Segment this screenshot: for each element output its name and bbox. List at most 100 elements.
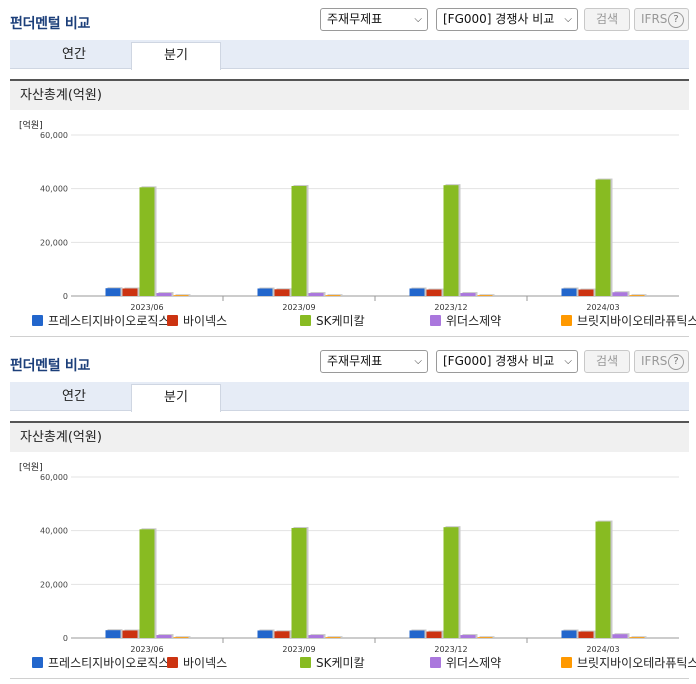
- legend-swatch: [300, 315, 311, 326]
- divider: [10, 678, 689, 679]
- ifrs-button[interactable]: IFRS ?: [634, 8, 689, 31]
- bar: [561, 630, 577, 638]
- legend-swatch: [167, 315, 178, 326]
- legend-item[interactable]: SK케미칼: [300, 654, 365, 671]
- legend-label: 위더스제약: [446, 656, 502, 670]
- bar: [426, 289, 442, 296]
- y-tick-label: 20,000: [40, 580, 68, 589]
- peer-select-value: [FG000] 경쟁사 비교: [443, 354, 555, 368]
- bar: [409, 288, 425, 296]
- bar: [274, 631, 290, 638]
- legend-item[interactable]: 바이넥스: [167, 312, 227, 329]
- bar: [257, 288, 273, 296]
- chevron-down-icon: ⌵: [564, 356, 572, 367]
- y-tick-label: 0: [63, 292, 68, 301]
- divider: [10, 336, 689, 337]
- help-icon: ?: [668, 354, 684, 370]
- bar: [595, 521, 611, 638]
- tab-quarterly[interactable]: 분기: [131, 42, 221, 70]
- ifrs-label: IFRS: [641, 12, 668, 26]
- legend-label: 위더스제약: [446, 314, 502, 328]
- y-tick-label: 20,000: [40, 238, 68, 247]
- peer-select[interactable]: [FG000] 경쟁사 비교 ⌵: [436, 350, 578, 373]
- total-assets-chart: [억원] 60,000 40,000 20,000 0 2023/06 2023/09 20…: [10, 112, 696, 340]
- bar: [612, 292, 628, 296]
- bar: [460, 293, 476, 296]
- x-tick-label: 2023/06: [130, 303, 163, 312]
- legend-swatch: [32, 657, 43, 668]
- peer-select[interactable]: [FG000] 경쟁사 비교 ⌵: [436, 8, 578, 31]
- legend-label: 브릿지바이오테라퓨틱스: [577, 314, 696, 328]
- chevron-down-icon: ⌵: [414, 356, 422, 367]
- statement-select[interactable]: 주재무제표 ⌵: [320, 350, 428, 373]
- section-title: 자산총계(억원): [10, 421, 689, 452]
- bar: [308, 635, 324, 638]
- legend-label: 프레스티지바이오로직스: [48, 656, 170, 670]
- search-button[interactable]: 검색: [584, 350, 630, 373]
- legend-item[interactable]: 위더스제약: [430, 654, 501, 671]
- legend-label: SK케미칼: [316, 314, 365, 328]
- ifrs-button[interactable]: IFRS ?: [634, 350, 689, 373]
- bar: [308, 293, 324, 296]
- y-tick-label: 40,000: [40, 185, 68, 194]
- y-tick-label: 60,000: [40, 131, 68, 140]
- legend-swatch: [167, 657, 178, 668]
- bar: [477, 295, 493, 296]
- bar: [156, 293, 172, 296]
- bar: [629, 295, 645, 296]
- legend-item[interactable]: 브릿지바이오테라퓨틱스: [561, 654, 696, 671]
- bar: [105, 288, 121, 296]
- tab-quarterly[interactable]: 분기: [131, 384, 221, 412]
- statement-select-value: 주재무제표: [327, 354, 383, 368]
- legend-label: 프레스티지바이오로직스: [48, 314, 170, 328]
- bar: [578, 289, 594, 296]
- period-tabs: 연간 분기: [10, 382, 689, 412]
- bar: [105, 630, 121, 638]
- statement-select-value: 주재무제표: [327, 12, 383, 26]
- bar: [291, 185, 307, 296]
- chevron-down-icon: ⌵: [564, 14, 572, 25]
- legend-item[interactable]: SK케미칼: [300, 312, 365, 329]
- legend-label: 바이넥스: [183, 314, 228, 328]
- bar: [173, 295, 189, 296]
- chevron-down-icon: ⌵: [414, 14, 422, 25]
- legend-item[interactable]: 브릿지바이오테라퓨틱스: [561, 312, 696, 329]
- legend-item[interactable]: 위더스제약: [430, 312, 501, 329]
- search-button[interactable]: 검색: [584, 8, 630, 31]
- bar: [325, 637, 341, 638]
- panel-header: 펀더멘털 비교 주재무제표 ⌵ [FG000] 경쟁사 비교 ⌵ 검색 IFRS…: [0, 342, 696, 382]
- bar: [409, 630, 425, 638]
- peer-select-value: [FG000] 경쟁사 비교: [443, 12, 555, 26]
- tab-annual[interactable]: 연간: [29, 384, 119, 411]
- legend-item[interactable]: 프레스티지바이오로직스: [32, 654, 169, 671]
- x-tick-label: 2024/03: [586, 645, 619, 654]
- x-tick-label: 2023/09: [282, 645, 315, 654]
- bar: [477, 637, 493, 638]
- legend-item[interactable]: 프레스티지바이오로직스: [32, 312, 169, 329]
- statement-select[interactable]: 주재무제표 ⌵: [320, 8, 428, 31]
- legend-swatch: [561, 315, 572, 326]
- y-tick-label: 0: [63, 634, 68, 643]
- y-tick-label: 60,000: [40, 473, 68, 482]
- legend-item[interactable]: 바이넥스: [167, 654, 227, 671]
- x-tick-label: 2023/06: [130, 645, 163, 654]
- legend-swatch: [561, 657, 572, 668]
- bar: [460, 635, 476, 638]
- bar: [139, 529, 155, 638]
- chart-legend: 프레스티지바이오로직스 바이넥스 SK케미칼 위더스제약 브릿지바이오테라퓨틱스: [32, 654, 696, 672]
- chart-svg: 60,000 40,000 20,000 0 2023/06 2023/09 2023/12…: [40, 131, 679, 312]
- period-tabs: 연간 분기: [10, 40, 689, 70]
- bar: [156, 635, 172, 638]
- bar: [122, 630, 138, 638]
- bar: [257, 630, 273, 638]
- legend-swatch: [430, 315, 441, 326]
- chart-legend: 프레스티지바이오로직스 바이넥스 SK케미칼 위더스제약 브릿지바이오테라퓨틱스: [32, 312, 696, 330]
- bar: [274, 289, 290, 296]
- tab-annual[interactable]: 연간: [29, 42, 119, 69]
- bar: [443, 527, 459, 638]
- bar: [561, 288, 577, 296]
- legend-swatch: [430, 657, 441, 668]
- bar: [629, 637, 645, 638]
- total-assets-chart: [억원] 60,000 40,000 20,000 0 2023/06 2023/09 20…: [10, 454, 696, 682]
- legend-label: SK케미칼: [316, 656, 365, 670]
